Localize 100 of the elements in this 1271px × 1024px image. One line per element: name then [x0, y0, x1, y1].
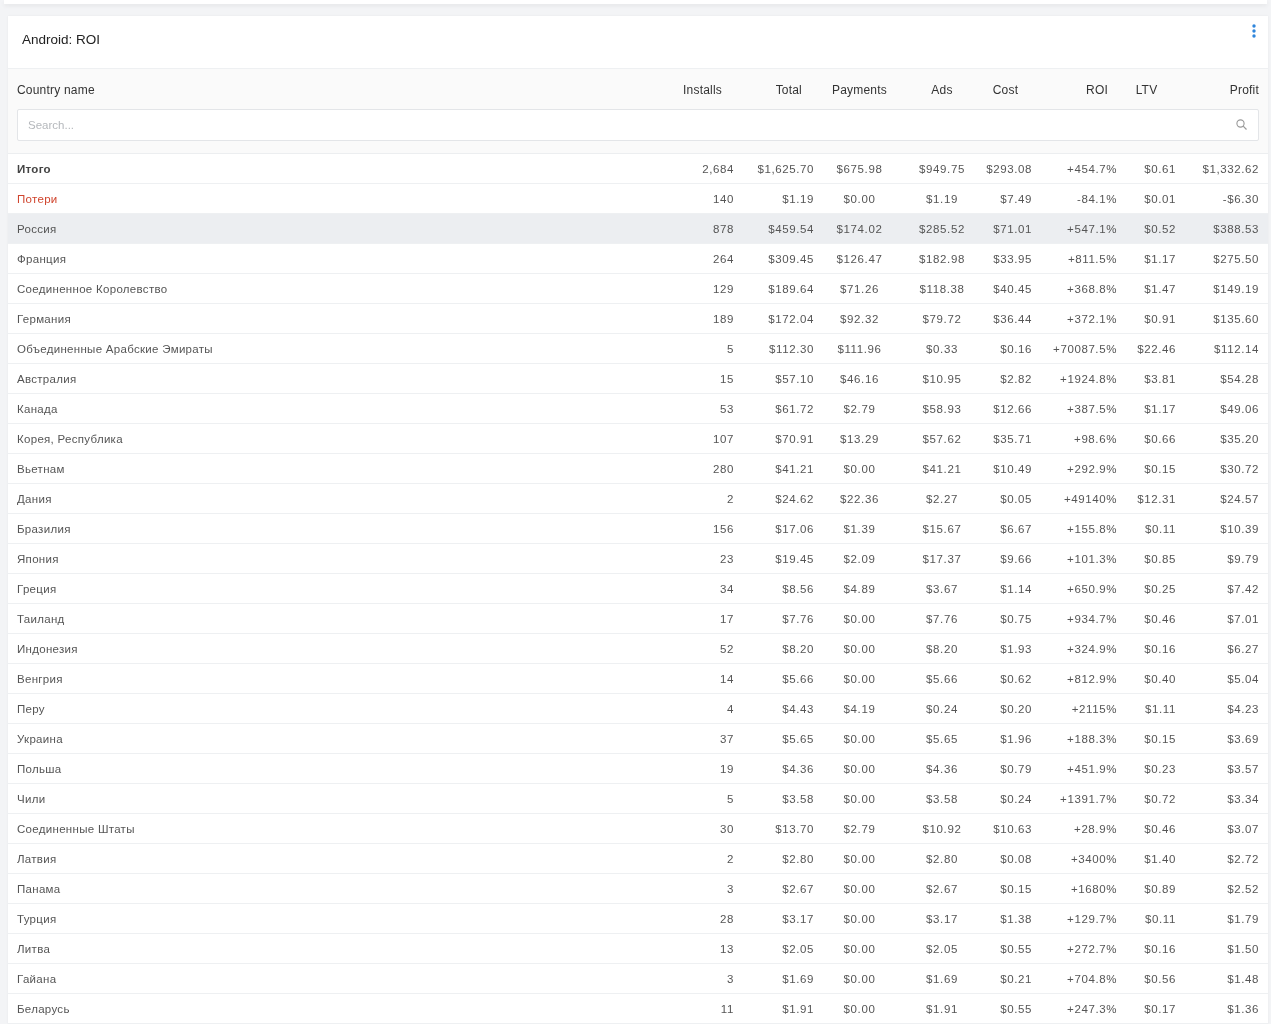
table-cell-text: $3.17 — [925, 912, 959, 925]
table-row[interactable]: Корея, Республика 107 $70.91 $13.29 $57.62 $35.71 +98.6% $0.66 $35.20 — [8, 424, 1268, 454]
table-row[interactable]: Россия 878 $459.54 $174.02 $285.52 $71.01 +547.1% $0.52 $388.53 — [8, 214, 1268, 244]
table-cell-text: $1.38 — [999, 912, 1032, 925]
column-header[interactable]: Total — [734, 83, 814, 97]
table-row[interactable]: Панама 3 $2.67 $0.00 $2.67 $0.15 +1680% $0.89 $2.52 — [8, 874, 1268, 904]
table-cell-text: $0.61 — [1143, 162, 1176, 175]
table-cell-text: 52 — [719, 642, 734, 655]
table-cell-text: $57.62 — [921, 432, 963, 445]
column-header[interactable]: Payments — [814, 83, 905, 97]
table-cell-text: $5.66 — [925, 672, 959, 685]
table-row[interactable]: Бразилия 156 $17.06 $1.39 $15.67 $6.67 +155.8% $0.11 $10.39 — [8, 514, 1268, 544]
table-row[interactable]: Германия 189 $172.04 $92.32 $79.72 $36.44 +372.1% $0.91 $135.60 — [8, 304, 1268, 334]
table-row[interactable]: Вьетнам 280 $41.21 $0.00 $41.21 $10.49 +292.9% $0.15 $30.72 — [8, 454, 1268, 484]
table-cell-text: 3 — [726, 882, 734, 895]
table-cell-text: $1.50 — [1226, 942, 1259, 955]
column-header[interactable]: Profit — [1176, 83, 1259, 97]
table-cell-text: $0.85 — [1143, 552, 1176, 565]
table-cell-text: $285.52 — [918, 222, 966, 235]
table-cell-text: $2.67 — [925, 882, 959, 895]
table-cell-text: $112.30 — [768, 342, 814, 355]
table-cell-text: $1.69 — [925, 972, 959, 985]
table-cell-text: $0.00 — [842, 1002, 877, 1015]
table-cell-text: +272.7% — [1066, 942, 1117, 955]
table-cell-text: $10.63 — [992, 822, 1032, 835]
table-cell-text: $0.55 — [999, 1002, 1032, 1015]
column-header[interactable]: Country name — [17, 83, 654, 97]
search-field[interactable]: Search... — [17, 109, 1259, 141]
table-cell-text: $57.10 — [774, 372, 814, 385]
table-cell-text: $3.17 — [781, 912, 814, 925]
table-row[interactable]: Итого 2,684 $1,625.70 $675.98 $949.75 $293.08 +454.7% $0.61 $1,332.62 — [8, 154, 1268, 184]
table-cell-text: +28.9% — [1073, 822, 1117, 835]
table-cell-text: $0.24 — [999, 792, 1032, 805]
table-cell-text: $41.21 — [774, 462, 814, 475]
table-cell-text: $275.50 — [1212, 252, 1259, 265]
table-row[interactable]: Индонезия 52 $8.20 $0.00 $8.20 $1.93 +324.9% $0.16 $6.27 — [8, 634, 1268, 664]
table-cell-text: $4.36 — [781, 762, 814, 775]
country-cell-text: Объединенные Арабские Эмираты — [17, 342, 214, 355]
table-row[interactable]: Чили 5 $3.58 $0.00 $3.58 $0.24 +1391.7% $0.72 $3.34 — [8, 784, 1268, 814]
table-row[interactable]: Австралия 15 $57.10 $46.16 $10.95 $2.82 +1924.8% $3.81 $54.28 — [8, 364, 1268, 394]
table-row[interactable]: Потери 140 $1.19 $0.00 $1.19 $7.49 -84.1% $0.01 -$6.30 — [8, 184, 1268, 214]
table-row[interactable]: Беларусь 11 $1.91 $0.00 $1.91 $0.55 +247.3% $0.17 $1.36 — [8, 994, 1268, 1024]
table-cell-text: $0.16 — [1143, 942, 1176, 955]
table-row[interactable]: Польша 19 $4.36 $0.00 $4.36 $0.79 +451.9% $0.23 $3.57 — [8, 754, 1268, 784]
table-cell-text: $1.47 — [1143, 282, 1176, 295]
table-row[interactable]: Соединенные Штаты 30 $13.70 $2.79 $10.92 $10.63 +28.9% $0.46 $3.07 — [8, 814, 1268, 844]
country-cell-text: Франция — [17, 252, 68, 265]
table-cell-text: 129 — [712, 282, 734, 295]
table-cell-text: $0.15 — [1143, 462, 1176, 475]
table-cell-text: +1924.8% — [1059, 372, 1117, 385]
table-row[interactable]: Латвия 2 $2.80 $0.00 $2.80 $0.08 +3400% $1.40 $2.72 — [8, 844, 1268, 874]
table-cell-text: $7.76 — [781, 612, 814, 625]
table-row[interactable]: Перу 4 $4.43 $4.19 $0.24 $0.20 +2115% $1.11 $4.23 — [8, 694, 1268, 724]
country-cell-text: Таиланд — [17, 612, 66, 625]
table-row[interactable]: Соединенное Королевство 129 $189.64 $71.26 $118.38 $40.45 +368.8% $1.47 $149.19 — [8, 274, 1268, 304]
table-row[interactable]: Япония 23 $19.45 $2.09 $17.37 $9.66 +101.3% $0.85 $9.79 — [8, 544, 1268, 574]
table-row[interactable]: Таиланд 17 $7.76 $0.00 $7.76 $0.75 +934.7% $0.46 $7.01 — [8, 604, 1268, 634]
table-cell-text: +155.8% — [1066, 522, 1117, 535]
table-cell-text: -84.1% — [1075, 192, 1117, 205]
table-row[interactable]: Венгрия 14 $5.66 $0.00 $5.66 $0.62 +812.9% $0.40 $5.04 — [8, 664, 1268, 694]
table-cell-text: 37 — [719, 732, 734, 745]
table-cell-text: $1.91 — [925, 1002, 959, 1015]
column-header[interactable]: Ads — [905, 83, 979, 97]
table-cell-text: $9.66 — [999, 552, 1032, 565]
table-row[interactable]: Франция 264 $309.45 $126.47 $182.98 $33.95 +811.5% $1.17 $275.50 — [8, 244, 1268, 274]
table-row[interactable]: Объединенные Арабские Эмираты 5 $112.30 $111.96 $0.33 $0.16 +70087.5% $22.46 $112.14 — [8, 334, 1268, 364]
column-header[interactable]: Installs — [654, 83, 734, 97]
table-cell-text: $46.16 — [839, 372, 880, 385]
more-icon[interactable] — [1252, 24, 1256, 38]
table-cell-text: $17.37 — [921, 552, 963, 565]
table-cell-text: $1.91 — [781, 1002, 814, 1015]
table-row[interactable]: Греция 34 $8.56 $4.89 $3.67 $1.14 +650.9% $0.25 $7.42 — [8, 574, 1268, 604]
table-row[interactable]: Литва 13 $2.05 $0.00 $2.05 $0.55 +272.7% $0.16 $1.50 — [8, 934, 1268, 964]
column-header[interactable]: Cost — [979, 83, 1032, 97]
table-cell-text: $5.65 — [925, 732, 959, 745]
country-cell-text: Индонезия — [17, 642, 79, 655]
table-row[interactable]: Украина 37 $5.65 $0.00 $5.65 $1.96 +188.3% $0.15 $3.69 — [8, 724, 1268, 754]
table-cell-text: $1,332.62 — [1201, 162, 1259, 175]
table-cell-text: $135.60 — [1212, 312, 1259, 325]
table-row[interactable]: Турция 28 $3.17 $0.00 $3.17 $1.38 +129.7% $0.11 $1.79 — [8, 904, 1268, 934]
table-cell-text: $0.00 — [842, 732, 877, 745]
table-cell-text: 140 — [712, 192, 734, 205]
table-row[interactable]: Канада 53 $61.72 $2.79 $58.93 $12.66 +387.5% $1.17 $49.06 — [8, 394, 1268, 424]
table-cell-text: $17.06 — [774, 522, 814, 535]
country-cell-text: Беларусь — [17, 1002, 71, 1015]
column-header[interactable]: ROI — [1032, 83, 1117, 97]
table-cell-text: $1.17 — [1143, 252, 1176, 265]
table-cell-text: $0.15 — [999, 882, 1032, 895]
table-row[interactable]: Дания 2 $24.62 $22.36 $2.27 $0.05 +49140% $12.31 $24.57 — [8, 484, 1268, 514]
table-cell-text: $2.72 — [1226, 852, 1259, 865]
table-row[interactable]: Гайана 3 $1.69 $0.00 $1.69 $0.21 +704.8% $0.56 $1.48 — [8, 964, 1268, 994]
table-cell-text: $2.05 — [925, 942, 959, 955]
table-cell-text: $5.66 — [781, 672, 814, 685]
table-cell-text: $54.28 — [1219, 372, 1259, 385]
table-cell-text: $5.65 — [781, 732, 814, 745]
table-cell-text: +704.8% — [1066, 972, 1117, 985]
country-cell-text: Чили — [17, 792, 47, 805]
table-cell-text: $0.91 — [1143, 312, 1176, 325]
table-cell-text: $12.31 — [1136, 492, 1176, 505]
column-header[interactable]: LTV — [1117, 83, 1176, 97]
